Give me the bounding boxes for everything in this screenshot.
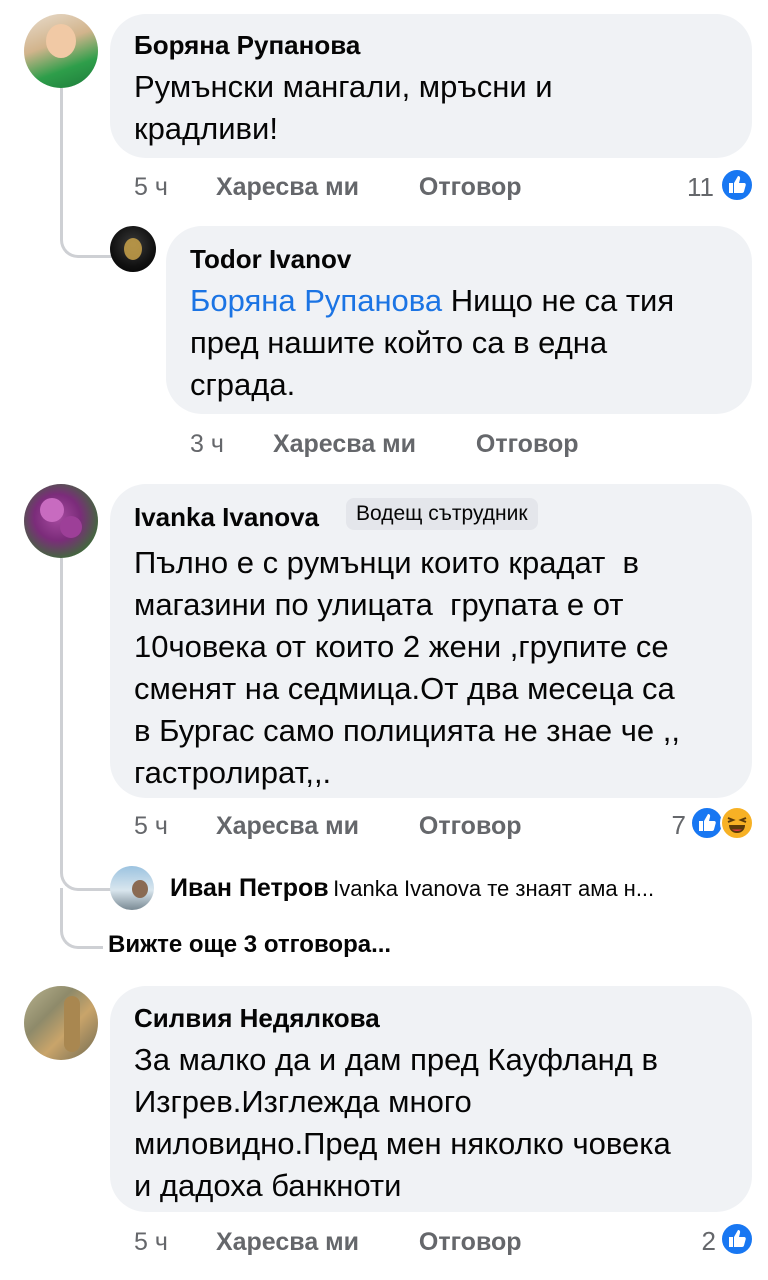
reply-preview[interactable]: Иван Петров Ivanka Ivanova те знаят ама …	[170, 874, 654, 903]
like-button[interactable]: Харесва ми	[216, 1228, 412, 1257]
reply-preview-author[interactable]: Иван Петров	[170, 874, 329, 902]
haha-reaction-icon	[720, 806, 754, 840]
comment-line: Румънски мангали, мръсни и	[134, 69, 553, 104]
thread-connector-reply1	[60, 88, 115, 258]
comment-line: в Бургас само полицията не знае че ,,	[134, 713, 680, 748]
comment-line: крадливи!	[134, 111, 278, 146]
comment-line: миловидно.Пред мен няколко човека	[134, 1126, 671, 1161]
like-button[interactable]: Харесва ми	[216, 173, 412, 202]
reply-author[interactable]: Todor Ivanov	[190, 244, 351, 275]
thread-connector-reply2	[60, 848, 115, 891]
comment-line: Изгрев.Изглежда много	[134, 1084, 472, 1119]
reply-text: Боряна Рупанова Нищо не са тия пред наши…	[190, 280, 674, 406]
comment-actions: 5 ч Харесва ми Отговор	[134, 1228, 522, 1257]
reply-line-rest: Нищо не са тия	[442, 283, 675, 318]
reply-preview-text: Ivanka Ivanova те знаят ама н...	[333, 876, 655, 901]
reply-line: сграда.	[190, 367, 296, 402]
avatar[interactable]	[24, 484, 98, 558]
reply-button[interactable]: Отговор	[419, 812, 522, 841]
comment-author[interactable]: Ivanka Ivanova	[134, 502, 319, 533]
like-reaction-icon	[720, 168, 754, 202]
comment-line: сменят на седмица.От два месеца са	[134, 671, 675, 706]
comment-time[interactable]: 5 ч	[134, 812, 209, 841]
avatar[interactable]	[110, 226, 156, 272]
comment-text: Пълно е с румънци които крадат в магазин…	[134, 542, 680, 794]
avatar[interactable]	[24, 14, 98, 88]
comment-text: За малко да и дам пред Кауфланд в Изгрев…	[134, 1039, 671, 1207]
mention-link[interactable]: Боряна Рупанова	[190, 283, 442, 318]
like-button[interactable]: Харесва ми	[273, 430, 469, 459]
reply-button[interactable]: Отговор	[419, 1228, 522, 1257]
reaction-count[interactable]: 11	[660, 172, 714, 203]
comment-line: гастролират,,.	[134, 755, 332, 790]
reply-button[interactable]: Отговор	[419, 173, 522, 202]
reply-line: Боряна Рупанова Нищо не са тия	[190, 280, 674, 322]
comment-line: и дадоха банкноти	[134, 1168, 402, 1203]
reply-button[interactable]: Отговор	[476, 430, 579, 459]
like-button[interactable]: Харесва ми	[216, 812, 412, 841]
comment-line: магазини по улицата групата е от	[134, 587, 624, 622]
like-reaction-icon	[720, 1222, 754, 1256]
comment-time[interactable]: 5 ч	[134, 1228, 209, 1257]
comment-line: За малко да и дам пред Кауфланд в	[134, 1042, 658, 1077]
like-reaction-icon	[690, 806, 724, 840]
reply-actions: 3 ч Харесва ми Отговор	[190, 430, 579, 459]
comment-line: Пълно е с румънци които крадат в	[134, 545, 639, 580]
comment-time[interactable]: 5 ч	[134, 173, 209, 202]
thread-line-ivanka	[60, 558, 63, 848]
thread-connector-more	[60, 888, 103, 949]
comment-author[interactable]: Силвия Недялкова	[134, 1003, 380, 1034]
reply-line: пред нашите който са в една	[190, 325, 608, 360]
comment-author[interactable]: Боряна Рупанова	[134, 30, 360, 61]
reaction-count[interactable]: 7	[650, 810, 686, 841]
reaction-count[interactable]: 2	[680, 1226, 716, 1257]
avatar[interactable]	[110, 866, 154, 910]
comment-actions: 5 ч Харесва ми Отговор	[134, 173, 522, 202]
comment-line: 10човека от които 2 жени ,групите се	[134, 629, 669, 664]
reply-time[interactable]: 3 ч	[190, 430, 266, 459]
status-badge: Водещ сътрудник	[346, 498, 538, 530]
comment-text: Румънски мангали, мръсни и крадливи!	[134, 66, 553, 150]
view-more-replies-link[interactable]: Вижте още 3 отговора...	[108, 931, 391, 959]
comment-actions: 5 ч Харесва ми Отговор	[134, 812, 522, 841]
avatar[interactable]	[24, 986, 98, 1060]
